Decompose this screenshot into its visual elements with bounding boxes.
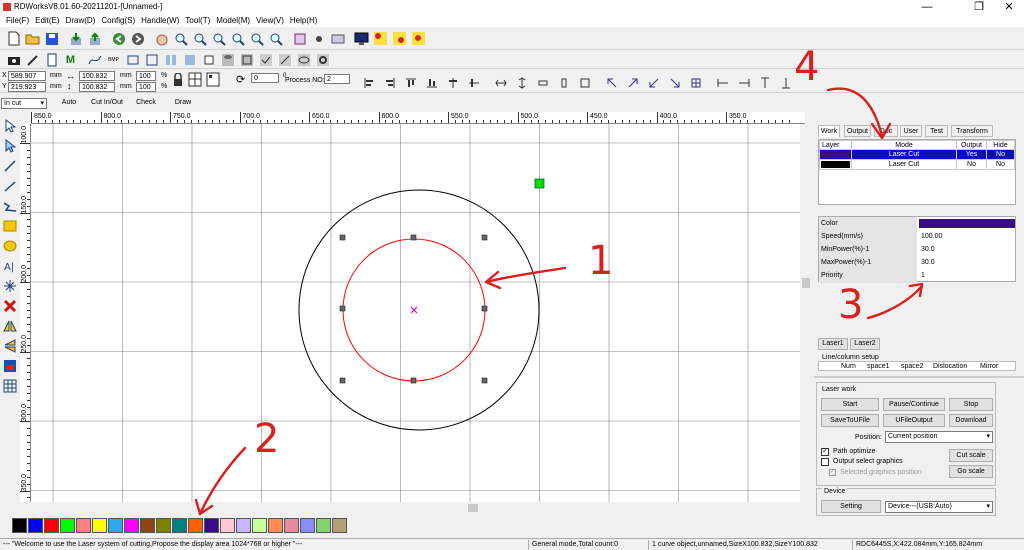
annotation-4: 4 xyxy=(794,44,892,140)
annotation-overlay: 1 2 3 4 xyxy=(194,44,924,516)
annotation-3-number: 3 xyxy=(838,282,863,328)
annotation-3: 3 xyxy=(838,282,924,328)
annotation-2-number: 2 xyxy=(254,416,279,462)
annotation-2: 2 xyxy=(194,416,279,516)
annotation-1: 1 xyxy=(484,238,613,290)
annotation-2-arrow xyxy=(198,446,247,516)
annotation-3-arrowhead xyxy=(908,282,924,298)
annotation-1-arrow xyxy=(484,266,567,284)
annotation-4-number: 4 xyxy=(794,44,819,90)
annotation-1-number: 1 xyxy=(588,238,613,284)
annotation-4-arrow xyxy=(826,87,884,138)
annotation-3-arrow xyxy=(866,284,924,320)
